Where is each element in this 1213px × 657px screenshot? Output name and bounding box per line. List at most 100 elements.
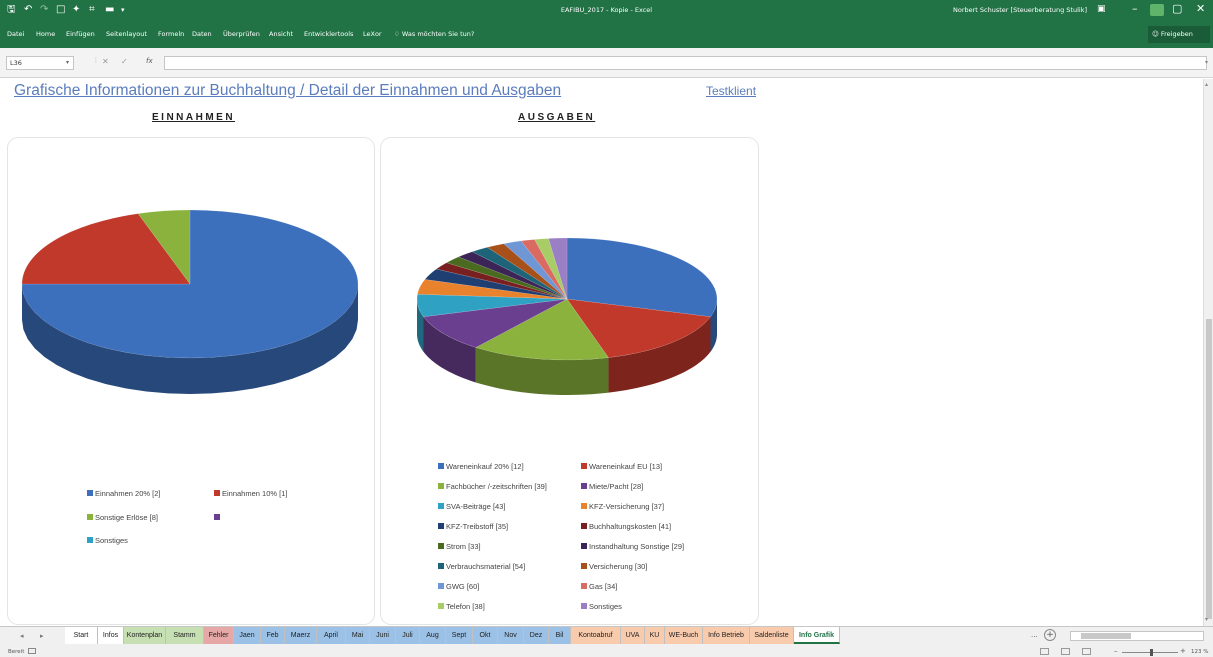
sheet-tab[interactable]: Feb <box>261 627 285 644</box>
einnahmen-heading: EINNAHMEN <box>152 112 236 123</box>
einnahmen-pie-svg <box>21 209 359 394</box>
tab-ansicht[interactable]: Ansicht <box>269 30 293 38</box>
legend-item <box>214 513 222 523</box>
ausgaben-chart[interactable]: Wareneinkauf 20% [12] Wareneinkauf EU [1… <box>380 137 759 625</box>
sheet-tab[interactable]: KU <box>645 627 665 644</box>
einnahmen-chart[interactable]: Einnahmen 20% [2] Einnahmen 10% [1] Sons… <box>7 137 375 625</box>
tell-me-box[interactable]: ♢ Was möchten Sie tun? <box>394 30 474 38</box>
expand-formula-icon[interactable]: ▾ <box>1205 59 1208 66</box>
sheet-tab-bar: ◂ ▸ Start Infos Kontenplan Stamm Fehler Jaen F… <box>0 626 1213 647</box>
zoom-in-icon[interactable]: + <box>1180 647 1186 655</box>
zoom-level[interactable]: 123 % <box>1191 649 1208 655</box>
legend-label: Sonstige Erlöse [8] <box>95 513 158 522</box>
sheet-tab[interactable]: Saldenliste <box>750 627 794 644</box>
share-label: Freigeben <box>1160 30 1193 38</box>
legend-label: SVA-Beiträge [43] <box>446 502 506 511</box>
tab-scroll-right-icon[interactable]: ▸ <box>40 632 44 640</box>
sheet-tab[interactable]: Stamm <box>166 627 204 644</box>
scrollbar-thumb[interactable] <box>1081 633 1131 639</box>
sheet-tab[interactable]: Maerz <box>285 627 317 644</box>
close-icon[interactable]: ✕ <box>1196 2 1205 16</box>
tab-einfuegen[interactable]: Einfügen <box>66 30 95 38</box>
legend-item: Buchhaltungskosten [41] <box>581 522 671 532</box>
tab-seitenlayout[interactable]: Seitenlayout <box>106 30 147 38</box>
tab-ueberpruefen[interactable]: Überprüfen <box>223 30 260 38</box>
vertical-scrollbar[interactable]: ▴ ▾ <box>1203 79 1213 626</box>
legend-label: Instandhaltung Sonstige [29] <box>589 542 685 551</box>
ausgaben-pie-svg <box>416 237 718 395</box>
sheet-tab[interactable]: Okt <box>473 627 498 644</box>
legend-item: SVA-Beiträge [43] <box>438 502 505 512</box>
zoom-out-icon[interactable]: – <box>1114 647 1118 655</box>
legend-swatch <box>438 463 444 469</box>
legend-item: Wareneinkauf EU [13] <box>581 462 662 472</box>
legend-item: Telefon [38] <box>438 602 485 612</box>
sheet-tab[interactable]: Info Betrieb <box>703 627 750 644</box>
cancel-icon[interactable]: ✕ <box>102 57 109 66</box>
normal-view-icon[interactable] <box>1040 648 1049 655</box>
status-ready: Bereit <box>8 649 25 655</box>
insert-function-icon[interactable]: fx <box>146 57 153 65</box>
sheet-tab[interactable]: Infos <box>98 627 124 644</box>
zoom-slider-knob[interactable] <box>1150 649 1153 656</box>
tab-datei[interactable]: Datei <box>7 30 24 38</box>
check-icon[interactable]: ✓ <box>121 57 128 66</box>
page-break-view-icon[interactable] <box>1082 648 1091 655</box>
sheet-tab[interactable]: Juni <box>370 627 396 644</box>
sheet-tab[interactable]: UVA <box>621 627 645 644</box>
name-box[interactable]: L36 ▾ <box>6 56 74 70</box>
sheet-tab[interactable]: Start <box>65 627 98 644</box>
page-layout-view-icon[interactable] <box>1061 648 1070 655</box>
sheet-tab[interactable]: Jaen <box>234 627 261 644</box>
tab-daten[interactable]: Daten <box>192 30 212 38</box>
legend-label: Wareneinkauf 20% [12] <box>446 462 524 471</box>
sheet-tab[interactable]: Juli <box>396 627 420 644</box>
sheet-tab[interactable]: WE-Buch <box>665 627 703 644</box>
legend-label: Sonstiges <box>589 602 622 611</box>
maximize-icon[interactable]: ▢ <box>1172 2 1182 16</box>
sheet-tab[interactable]: Nov <box>498 627 524 644</box>
sheet-tab[interactable]: Kontoabruf <box>571 627 621 644</box>
minimize-icon[interactable]: – <box>1132 2 1138 16</box>
sheet-tab[interactable]: Sept <box>446 627 473 644</box>
legend-label: Buchhaltungskosten [41] <box>589 522 672 531</box>
scroll-down-icon[interactable]: ▾ <box>1205 616 1208 623</box>
add-sheet-icon[interactable]: + <box>1044 629 1056 641</box>
sheet-tab[interactable]: Info Grafik <box>794 627 840 644</box>
tab-formeln[interactable]: Formeln <box>158 30 184 38</box>
sheet-tab[interactable]: Dez <box>524 627 549 644</box>
legend-swatch <box>581 483 587 489</box>
more-sheets[interactable]: ... <box>1031 631 1038 639</box>
sheet-tab[interactable]: Kontenplan <box>124 627 166 644</box>
worksheet[interactable]: Grafische Informationen zur Buchhaltung … <box>0 79 1203 626</box>
sheet-tab[interactable]: Bil <box>549 627 571 644</box>
tell-me-text: Was möchten Sie tun? <box>401 30 475 38</box>
restore-icon[interactable] <box>1150 4 1164 16</box>
user-name[interactable]: Norbert Schuster [Steuerberatung Stulik] <box>953 6 1087 14</box>
legend-swatch <box>87 490 93 496</box>
ribbon-display-icon[interactable]: ▣ <box>1097 2 1106 16</box>
share-button[interactable]: ☺ Freigeben <box>1148 26 1210 43</box>
legend-item: Gas [34] <box>581 582 617 592</box>
horizontal-scrollbar[interactable] <box>1070 631 1204 641</box>
tab-scroll-left-icon[interactable]: ◂ <box>20 632 24 640</box>
legend-swatch <box>214 514 220 520</box>
sheet-tab[interactable]: Fehler <box>204 627 234 644</box>
legend-swatch <box>438 543 444 549</box>
macro-record-icon[interactable] <box>28 648 36 654</box>
sheet-title: Grafische Informationen zur Buchhaltung … <box>14 82 562 99</box>
sheet-tab[interactable]: April <box>317 627 346 644</box>
legend-swatch <box>581 463 587 469</box>
sheet-tab[interactable]: Mai <box>346 627 370 644</box>
tab-home[interactable]: Home <box>36 30 55 38</box>
scrollbar-thumb[interactable] <box>1206 319 1212 619</box>
tab-entwicklertools[interactable]: Entwicklertools <box>304 30 353 38</box>
scroll-up-icon[interactable]: ▴ <box>1205 81 1208 88</box>
tab-lexor[interactable]: LeXor <box>363 30 382 38</box>
sheet-tab[interactable]: Aug <box>420 627 446 644</box>
formula-input[interactable] <box>164 56 1207 70</box>
legend-label: Wareneinkauf EU [13] <box>589 462 663 471</box>
chevron-down-icon[interactable]: ▾ <box>66 57 69 69</box>
legend-swatch <box>87 537 93 543</box>
legend-item: Einnahmen 20% [2] <box>87 489 160 499</box>
